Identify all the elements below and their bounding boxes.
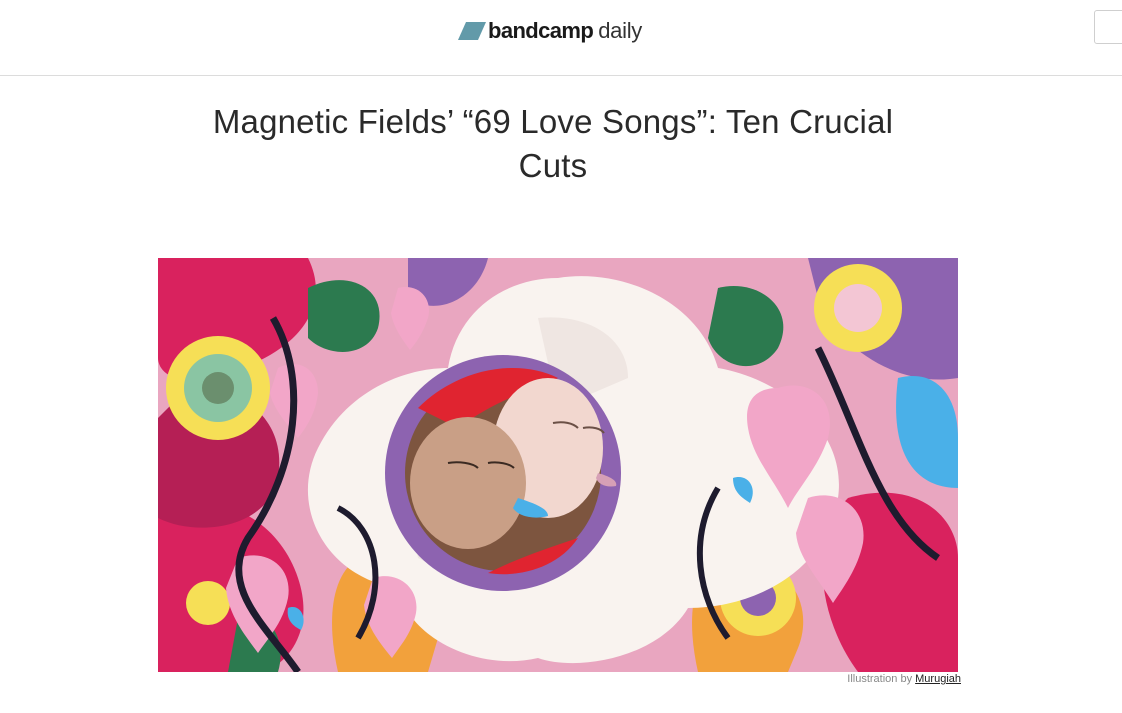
illustration-artwork (158, 258, 958, 672)
menu-button[interactable] (1094, 10, 1122, 44)
image-credit-prefix: Illustration by (847, 673, 913, 685)
image-credit: Illustration by Murugiah (847, 673, 961, 685)
brand-name: bandcamp (488, 18, 594, 43)
bandcamp-logo-icon (458, 22, 486, 40)
site-header: bandcamp daily (0, 0, 1122, 76)
article-title: Magnetic Fields’ “69 Love Songs”: Ten Cr… (212, 103, 894, 184)
illustrator-link[interactable]: Murugiah (915, 673, 961, 685)
bandcamp-daily-logo[interactable]: bandcamp daily (458, 16, 642, 46)
hero-illustration (158, 258, 958, 672)
brand-suffix: daily (598, 18, 642, 43)
